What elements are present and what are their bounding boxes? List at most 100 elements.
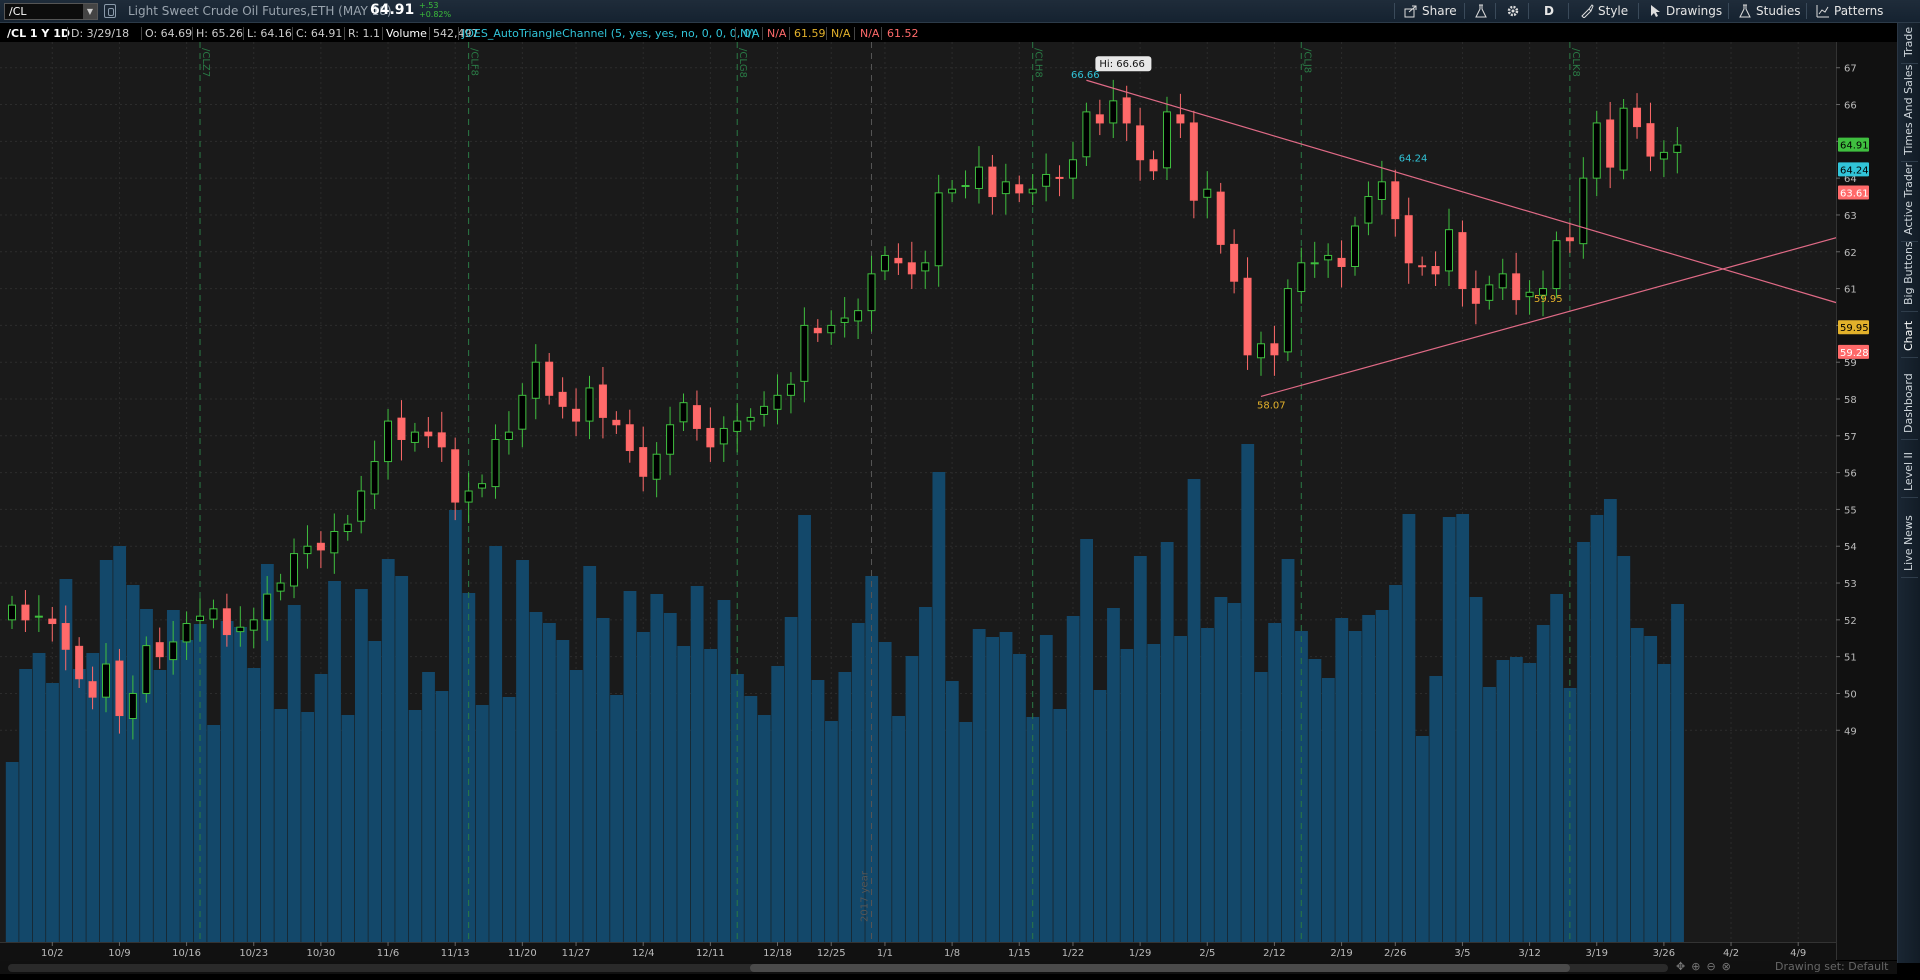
candle-up-body[interactable]	[169, 641, 178, 661]
side-tab-chart[interactable]: Chart	[1898, 313, 1920, 357]
candle-down-body[interactable]	[1176, 114, 1185, 124]
candle-down-body[interactable]	[612, 419, 621, 426]
candle-up-body[interactable]	[746, 416, 755, 422]
volume-label[interactable]: Volume	[383, 25, 430, 42]
candle-up-body[interactable]	[934, 192, 943, 267]
candle-down-body[interactable]	[1458, 232, 1467, 290]
candle-down-body[interactable]	[706, 427, 715, 448]
candle-up-body[interactable]	[1498, 273, 1507, 289]
candle-down-body[interactable]	[907, 262, 916, 275]
drawings-button[interactable]: Drawings	[1644, 2, 1726, 20]
candle-down-body[interactable]	[988, 166, 997, 198]
candle-up-body[interactable]	[209, 608, 218, 620]
candle-down-body[interactable]	[625, 424, 634, 452]
candle-up-body[interactable]	[760, 405, 769, 415]
candle-down-body[interactable]	[75, 645, 84, 680]
candle-down-body[interactable]	[1471, 288, 1480, 304]
candle-down-body[interactable]	[424, 431, 433, 437]
candle-down-body[interactable]	[692, 405, 701, 429]
chevron-down-icon[interactable]: ▼	[83, 4, 97, 19]
candle-down-body[interactable]	[1230, 243, 1239, 282]
date-axis[interactable]: 10/2 10/9 10/16 10/23 10/30 11/6 11/13 11/20 11/…	[0, 942, 1836, 961]
candle-up-body[interactable]	[880, 254, 889, 272]
candle-up-body[interactable]	[531, 361, 540, 399]
pan-icon[interactable]: ✥	[1676, 960, 1691, 973]
side-tab-live-news[interactable]: Live News	[1898, 499, 1920, 577]
price-axis[interactable]: 6766656463626160595857565554535251504964…	[1836, 42, 1897, 960]
candle-down-body[interactable]	[894, 257, 903, 264]
candle-up-body[interactable]	[1256, 343, 1265, 359]
candle-up-body[interactable]	[1082, 111, 1091, 158]
candle-down-body[interactable]	[1512, 273, 1521, 301]
candle-down-body[interactable]	[21, 604, 30, 621]
candle-up-body[interactable]	[142, 645, 151, 694]
candle-down-body[interactable]	[451, 449, 460, 503]
candle-up-body[interactable]	[1042, 173, 1051, 187]
candle-up-body[interactable]	[249, 619, 258, 631]
style-button[interactable]: Style	[1576, 2, 1632, 20]
candle-up-body[interactable]	[961, 185, 970, 188]
candle-up-body[interactable]	[1485, 284, 1494, 301]
link-icon[interactable]	[104, 4, 116, 18]
candle-up-body[interactable]	[867, 273, 876, 312]
candle-down-body[interactable]	[61, 623, 70, 650]
candle-up-body[interactable]	[652, 453, 661, 480]
candle-down-body[interactable]	[115, 660, 124, 717]
price-chart[interactable]: /CLZ7/CLF8/CLG8/CLH8/CLJ8/CLK8 2017 year H…	[0, 42, 1836, 960]
candle-up-body[interactable]	[1324, 254, 1333, 261]
candle-up-body[interactable]	[370, 461, 379, 495]
candle-down-body[interactable]	[155, 642, 164, 658]
candle-down-body[interactable]	[572, 408, 581, 422]
candle-up-body[interactable]	[679, 402, 688, 423]
candle-down-body[interactable]	[1404, 215, 1413, 264]
candle-down-body[interactable]	[1243, 277, 1252, 356]
candle-up-body[interactable]	[1028, 188, 1037, 194]
candle-down-body[interactable]	[545, 361, 554, 396]
candle-down-body[interactable]	[1095, 114, 1104, 124]
candle-up-body[interactable]	[733, 420, 742, 432]
candle-up-body[interactable]	[290, 553, 299, 587]
candle-up-body[interactable]	[357, 490, 366, 522]
candle-down-body[interactable]	[1431, 265, 1440, 275]
candle-down-body[interactable]	[639, 447, 648, 477]
side-tab-trade[interactable]: Trade	[1898, 27, 1920, 63]
candle-down-body[interactable]	[1136, 125, 1145, 161]
candle-down-body[interactable]	[1565, 237, 1574, 242]
candle-up-body[interactable]	[1525, 291, 1534, 298]
candle-up-body[interactable]	[1109, 100, 1118, 124]
candle-up-body[interactable]	[827, 324, 836, 334]
candle-up-body[interactable]	[854, 310, 863, 322]
candle-up-body[interactable]	[1351, 225, 1359, 267]
zoom-in-icon[interactable]: ⊕	[1691, 960, 1706, 973]
candle-up-body[interactable]	[1445, 229, 1454, 272]
candle-up-body[interactable]	[1203, 188, 1212, 198]
side-tab-dashboard[interactable]: Dashboard	[1898, 359, 1920, 439]
reset-zoom-icon[interactable]: ⊗	[1722, 960, 1737, 973]
candle-down-body[interactable]	[316, 542, 325, 551]
scroll-thumb[interactable]	[750, 964, 1570, 972]
candle-up-body[interactable]	[491, 438, 500, 488]
candle-up-body[interactable]	[1592, 122, 1601, 179]
candle-up-body[interactable]	[786, 383, 795, 396]
side-tab-times-and-sales[interactable]: Times And Sales	[1898, 65, 1920, 161]
candle-down-body[interactable]	[88, 681, 97, 698]
candle-up-body[interactable]	[1579, 177, 1588, 245]
candle-up-body[interactable]	[8, 604, 16, 621]
candle-up-body[interactable]	[1068, 159, 1077, 179]
candle-down-body[interactable]	[1633, 107, 1642, 128]
side-tab-big-buttons[interactable]: Big Buttons	[1898, 241, 1920, 311]
candle-down-body[interactable]	[1122, 97, 1131, 124]
candle-down-body[interactable]	[558, 391, 567, 407]
study-label[interactable]: JOES_AutoTriangleChannel (5, yes, yes, n…	[459, 25, 758, 42]
candle-up-body[interactable]	[1659, 151, 1668, 160]
candle-up-body[interactable]	[504, 431, 513, 440]
candle-up-body[interactable]	[518, 394, 527, 430]
candle-up-body[interactable]	[478, 483, 487, 489]
candle-up-body[interactable]	[1377, 181, 1386, 200]
candle-up-body[interactable]	[34, 615, 43, 618]
candle-up-body[interactable]	[1552, 240, 1561, 290]
candle-up-body[interactable]	[1310, 262, 1319, 265]
candle-down-body[interactable]	[1149, 159, 1158, 172]
candle-down-body[interactable]	[1189, 122, 1198, 201]
candle-down-body[interactable]	[1391, 181, 1400, 220]
